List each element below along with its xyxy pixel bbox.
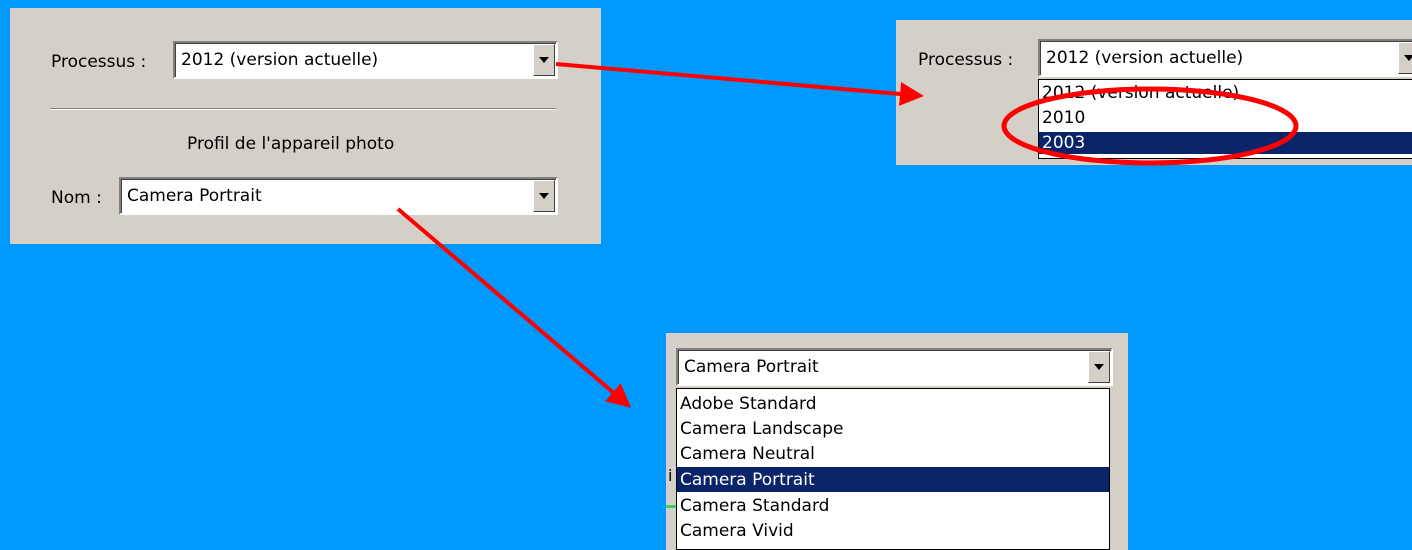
profile-option[interactable]: Camera Neutral — [677, 441, 1109, 466]
process-dropdown-value: 2012 (version actuelle) — [181, 50, 379, 70]
process-dropdown-value: 2012 (version actuelle) — [1046, 48, 1244, 68]
triangle-down-icon — [1094, 364, 1104, 370]
profile-name-dropdown[interactable]: Camera Portrait — [119, 177, 558, 215]
process-options-list: 2012 (version actuelle) 2010 2003 — [1038, 79, 1412, 159]
red-arrow-icon — [555, 62, 924, 106]
settings-panel: Processus : 2012 (version actuelle) Prof… — [10, 8, 601, 244]
process-dropdown-open[interactable]: 2012 (version actuelle) — [1038, 39, 1412, 77]
profile-option[interactable]: Adobe Standard — [677, 391, 1109, 416]
triangle-down-icon — [539, 193, 549, 199]
profile-option[interactable]: Camera Landscape — [677, 416, 1109, 441]
process-option[interactable]: 2012 (version actuelle) — [1039, 82, 1412, 104]
process-label: Processus : — [51, 52, 147, 72]
process-dropdown-button[interactable] — [1398, 42, 1412, 74]
profile-name-value: Camera Portrait — [127, 186, 262, 206]
process-option-selected[interactable]: 2003 — [1039, 132, 1412, 154]
section-title: Profil de l'appareil photo — [187, 134, 395, 154]
process-dropdown[interactable]: 2012 (version actuelle) — [173, 41, 558, 79]
profile-name-value: Camera Portrait — [684, 357, 819, 377]
obscured-label-fragment: i — [668, 466, 673, 485]
process-label: Processus : — [918, 50, 1014, 70]
profile-option-selected[interactable]: Camera Portrait — [677, 467, 1109, 492]
profile-options-list: Adobe Standard Camera Landscape Camera N… — [676, 388, 1110, 550]
profile-option[interactable]: Camera Standard — [677, 493, 1109, 518]
process-expanded-panel: Processus : 2012 (version actuelle) 2012… — [896, 20, 1412, 165]
triangle-down-icon — [1404, 55, 1412, 61]
profile-option[interactable]: Camera Vivid — [677, 518, 1109, 543]
triangle-down-icon — [539, 57, 549, 63]
profile-expanded-panel: i Camera Portrait Adobe Standard Camera … — [666, 333, 1128, 550]
profile-name-dropdown-button[interactable] — [1088, 351, 1110, 383]
name-label: Nom : — [51, 188, 102, 208]
separator — [50, 108, 556, 110]
process-dropdown-button[interactable] — [533, 44, 555, 76]
profile-name-dropdown-open[interactable]: Camera Portrait — [676, 348, 1113, 386]
process-option[interactable]: 2010 — [1039, 107, 1412, 129]
profile-name-dropdown-button[interactable] — [533, 180, 555, 212]
